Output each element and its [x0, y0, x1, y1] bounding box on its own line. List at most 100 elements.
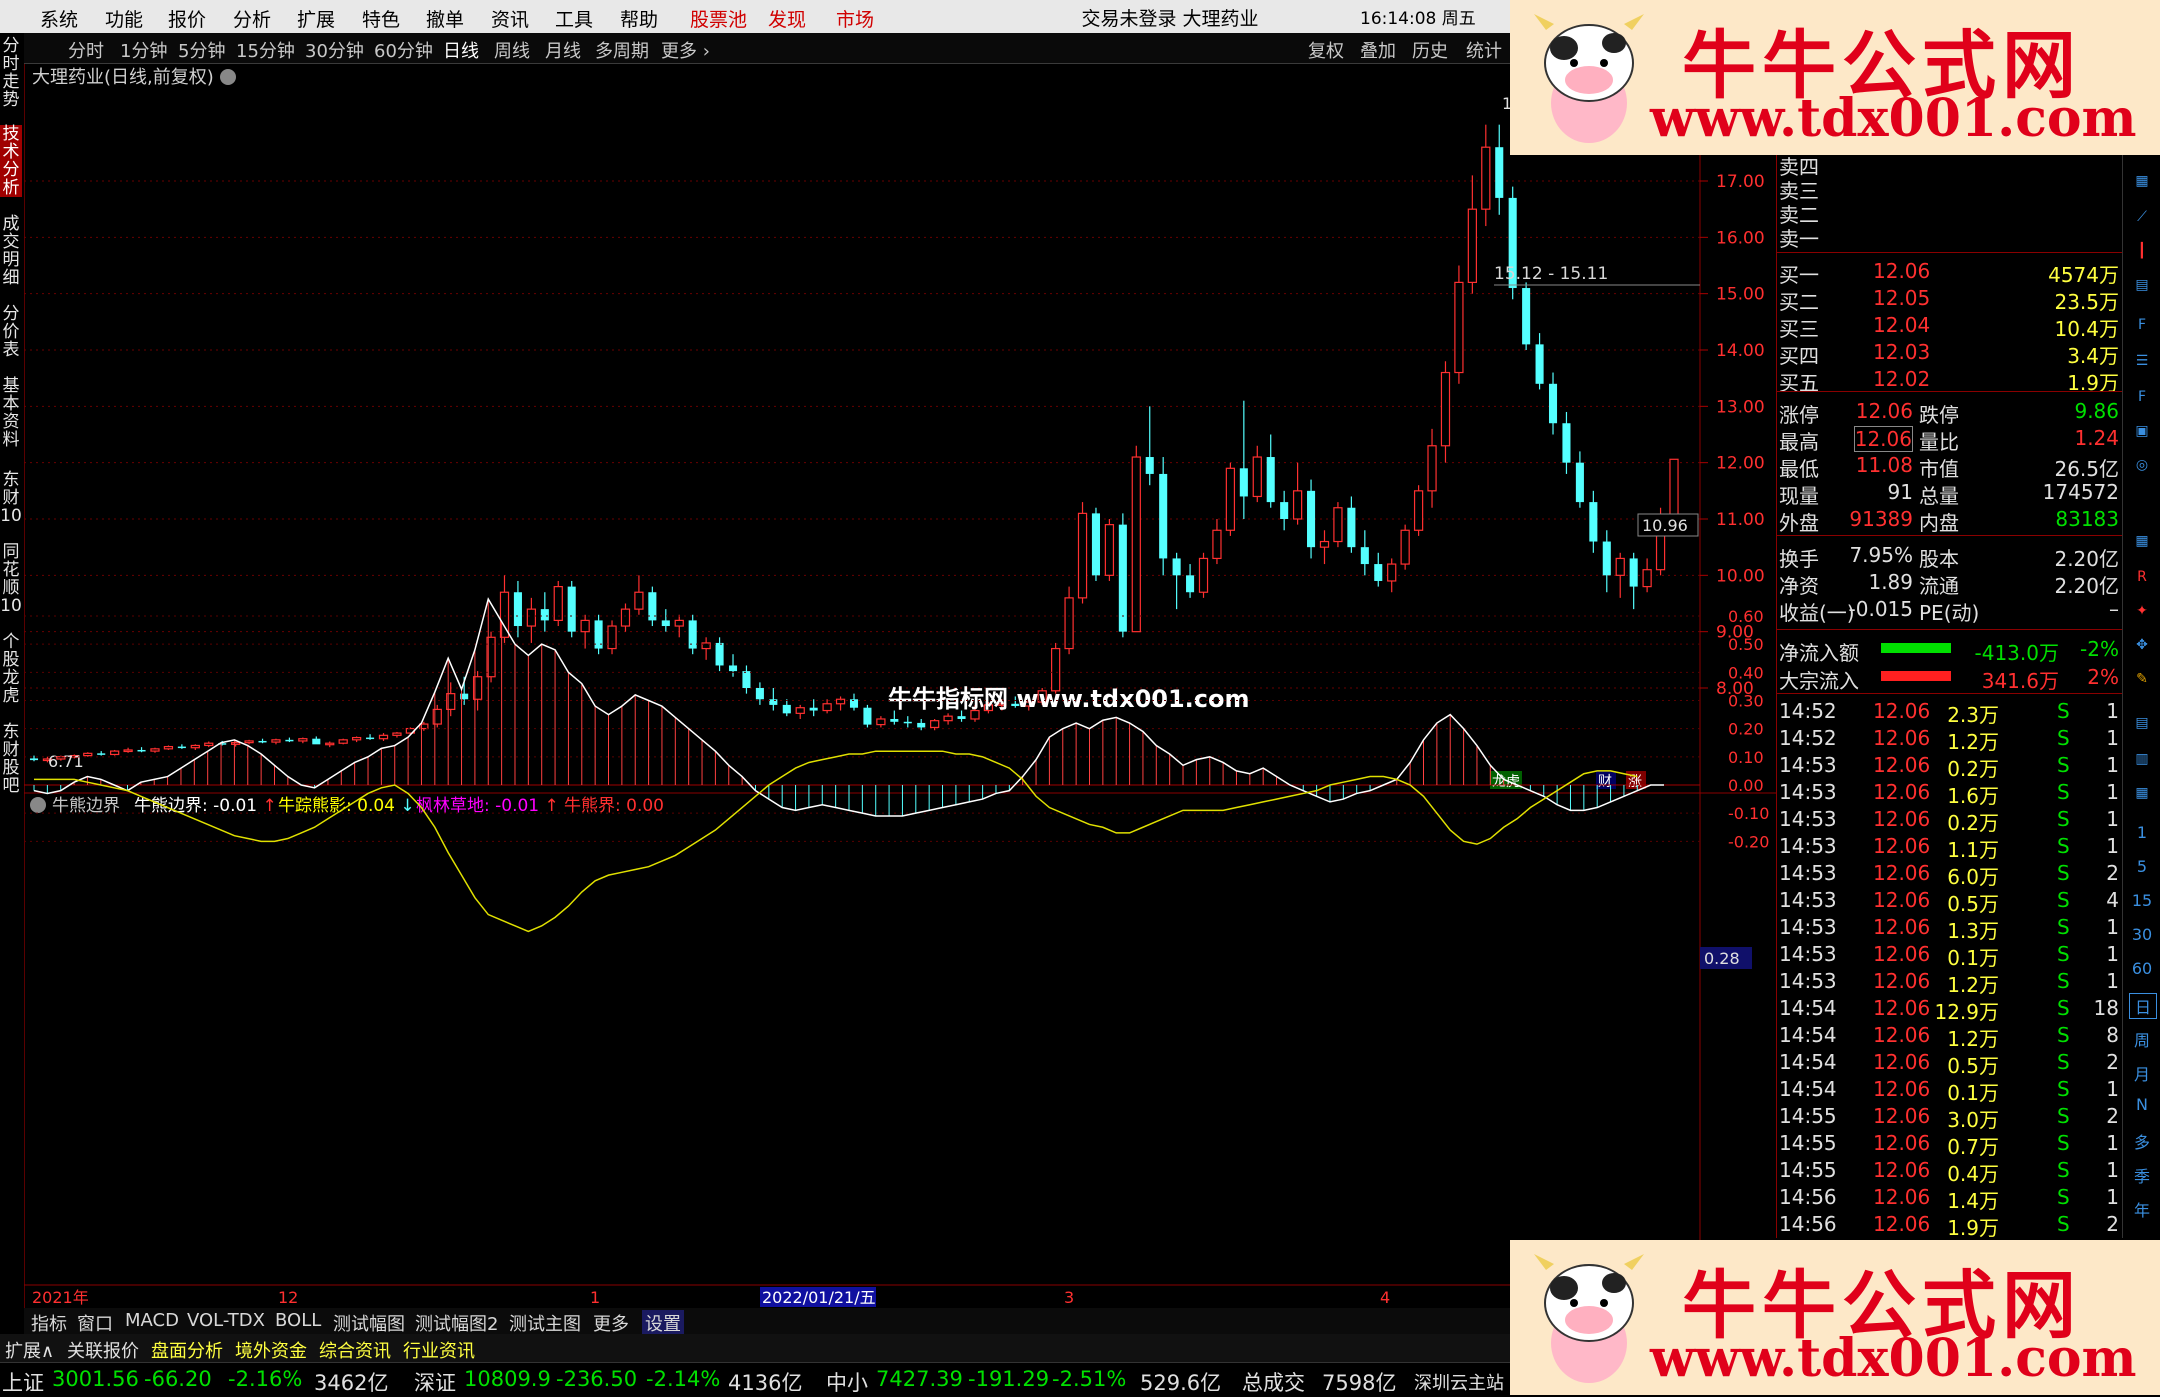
- period-shortcut[interactable]: 多: [2129, 1129, 2155, 1153]
- period-15min[interactable]: 15分钟: [236, 37, 295, 63]
- sell-1: 卖一: [1779, 227, 1819, 251]
- indicator-settings-icon[interactable]: [30, 797, 46, 813]
- server-name[interactable]: 深圳云主站: [1414, 1369, 1504, 1395]
- period-shortcut[interactable]: 30: [2129, 925, 2155, 949]
- period-shortcut[interactable]: 月: [2129, 1061, 2155, 1085]
- menu-item-analysis[interactable]: 分析: [233, 5, 271, 32]
- period-30min[interactable]: 30分钟: [305, 37, 364, 63]
- period-5min[interactable]: 5分钟: [178, 37, 225, 63]
- menu-item-market[interactable]: 市场: [836, 5, 874, 32]
- tab-price-table[interactable]: 分价表: [0, 305, 22, 359]
- tab-test-main[interactable]: 测试主图: [506, 1310, 584, 1336]
- buy-row[interactable]: 买三 12.04 10.4万: [1777, 311, 2123, 341]
- ad-banner-top[interactable]: 牛牛公式网 www.tdx001.com: [1510, 0, 2160, 155]
- crosshair-icon[interactable]: ✦: [2129, 603, 2155, 627]
- period-shortcut[interactable]: 5: [2129, 857, 2155, 881]
- f10-icon[interactable]: F: [2129, 317, 2155, 341]
- tab-test-sub2[interactable]: 测试幅图2: [412, 1310, 501, 1336]
- period-shortcut[interactable]: 年: [2129, 1197, 2155, 1221]
- period-shortcut[interactable]: 周: [2129, 1027, 2155, 1051]
- tab-indicator[interactable]: 指标: [28, 1310, 70, 1336]
- table-icon[interactable]: ▤: [2129, 277, 2155, 301]
- trend-icon[interactable]: ⟋: [2129, 209, 2155, 233]
- tab-market-analysis[interactable]: 盘面分析: [148, 1337, 226, 1363]
- tab-related-quote[interactable]: 关联报价: [64, 1337, 142, 1363]
- btn-stats[interactable]: 统计: [1466, 37, 1502, 63]
- period-weekly[interactable]: 周线: [494, 37, 530, 63]
- tab-industry-news[interactable]: 行业资讯: [400, 1337, 478, 1363]
- tab-settings[interactable]: 设置: [642, 1310, 684, 1336]
- table2-icon[interactable]: ▤: [2129, 715, 2155, 739]
- period-intraday[interactable]: 分时: [68, 37, 104, 63]
- btn-adjust[interactable]: 复权: [1308, 37, 1344, 63]
- menu-item-system[interactable]: 系统: [40, 5, 78, 32]
- period-monthly[interactable]: 月线: [545, 37, 581, 63]
- period-60min[interactable]: 60分钟: [374, 37, 433, 63]
- period-shortcut[interactable]: 日: [2129, 993, 2157, 1019]
- menu-item-quote[interactable]: 报价: [168, 5, 206, 32]
- candle-body: [1280, 502, 1289, 519]
- menu-item-news[interactable]: 资讯: [491, 5, 529, 32]
- circle-icon[interactable]: ◎: [2129, 457, 2155, 481]
- tab-fundamentals[interactable]: 基本资料: [0, 377, 22, 449]
- tab-test-sub[interactable]: 测试幅图: [330, 1310, 408, 1336]
- chart-icon[interactable]: ▦: [2129, 173, 2155, 197]
- tab-eastmoney[interactable]: 东财10: [0, 471, 22, 525]
- tab-forum[interactable]: 东财股吧: [0, 723, 22, 795]
- tab-dragon-tiger[interactable]: 个股龙虎: [0, 633, 22, 705]
- period-shortcut[interactable]: N: [2129, 1095, 2155, 1119]
- tab-boll[interactable]: BOLL: [272, 1310, 324, 1331]
- kline-icon[interactable]: ┃: [2129, 243, 2155, 267]
- list-icon[interactable]: ☰: [2129, 353, 2155, 377]
- index-zx-label[interactable]: 中小: [826, 1367, 868, 1397]
- period-1min[interactable]: 1分钟: [120, 37, 167, 63]
- tab-technical[interactable]: 技术分析: [0, 125, 22, 197]
- menu-item-special[interactable]: 特色: [362, 5, 400, 32]
- tab-vol-tdx[interactable]: VOL-TDX: [184, 1310, 268, 1331]
- buy-row[interactable]: 买五 12.02 1.9万: [1777, 365, 2123, 395]
- tick-row: 14:53 12.06 0.2万 S 1: [1779, 807, 2119, 835]
- index-sh-label[interactable]: 上证: [2, 1367, 44, 1397]
- pen-icon[interactable]: ✎: [2129, 671, 2155, 695]
- chart-settings-icon[interactable]: [220, 69, 236, 85]
- tab-expand[interactable]: 扩展∧: [2, 1337, 57, 1363]
- period-multi[interactable]: 多周期: [595, 37, 649, 63]
- period-shortcut[interactable]: 季: [2129, 1163, 2155, 1187]
- buy-row[interactable]: 买一 12.06 4574万: [1777, 257, 2123, 287]
- tab-trades[interactable]: 成交明细: [0, 215, 22, 287]
- buy-row[interactable]: 买二 12.05 23.5万: [1777, 284, 2123, 314]
- tab-window[interactable]: 窗口: [74, 1310, 116, 1336]
- period-shortcut[interactable]: 60: [2129, 959, 2155, 983]
- f5-icon[interactable]: F: [2129, 389, 2155, 413]
- tab-intraday[interactable]: 分时走势: [0, 37, 22, 109]
- move-icon[interactable]: ✥: [2129, 637, 2155, 661]
- rsi-icon[interactable]: R: [2129, 569, 2155, 593]
- menu-item-extend[interactable]: 扩展: [297, 5, 335, 32]
- period-shortcut[interactable]: 1: [2129, 823, 2155, 847]
- tab-foreign-capital[interactable]: 境外资金: [232, 1337, 310, 1363]
- index-sz-label[interactable]: 深证: [414, 1367, 456, 1397]
- candle-body: [513, 592, 522, 627]
- menu-item-cancel[interactable]: 撤单: [426, 5, 464, 32]
- period-daily[interactable]: 日线: [443, 37, 479, 63]
- menu-item-discover[interactable]: 发现: [768, 5, 806, 32]
- period-shortcut[interactable]: 15: [2129, 891, 2155, 915]
- tab-more[interactable]: 更多: [590, 1310, 632, 1336]
- buy-row[interactable]: 买四 12.03 3.4万: [1777, 338, 2123, 368]
- grid2-icon[interactable]: ▦: [2129, 785, 2155, 809]
- tab-general-news[interactable]: 综合资讯: [316, 1337, 394, 1363]
- btn-history[interactable]: 历史: [1412, 37, 1448, 63]
- menu-item-stock-pool[interactable]: 股票池: [690, 5, 747, 32]
- ad-banner-bottom[interactable]: 牛牛公式网 www.tdx001.com: [1510, 1240, 2160, 1395]
- chart-area[interactable]: 大理药业(日线,前复权) 17.0016.0015.0014.0013.0012…: [24, 63, 1776, 1308]
- period-more[interactable]: 更多 ›: [661, 37, 710, 63]
- tab-ths[interactable]: 同花顺10: [0, 543, 22, 615]
- menu-item-function[interactable]: 功能: [105, 5, 143, 32]
- f5-icon-2[interactable]: ▥: [2129, 751, 2155, 775]
- btn-overlay[interactable]: 叠加: [1360, 37, 1396, 63]
- calc-icon[interactable]: ▣: [2129, 423, 2155, 447]
- menu-item-help[interactable]: 帮助: [620, 5, 658, 32]
- menu-item-tools[interactable]: 工具: [555, 5, 593, 32]
- grid-icon[interactable]: ▦: [2129, 533, 2155, 557]
- tab-macd[interactable]: MACD: [122, 1310, 182, 1331]
